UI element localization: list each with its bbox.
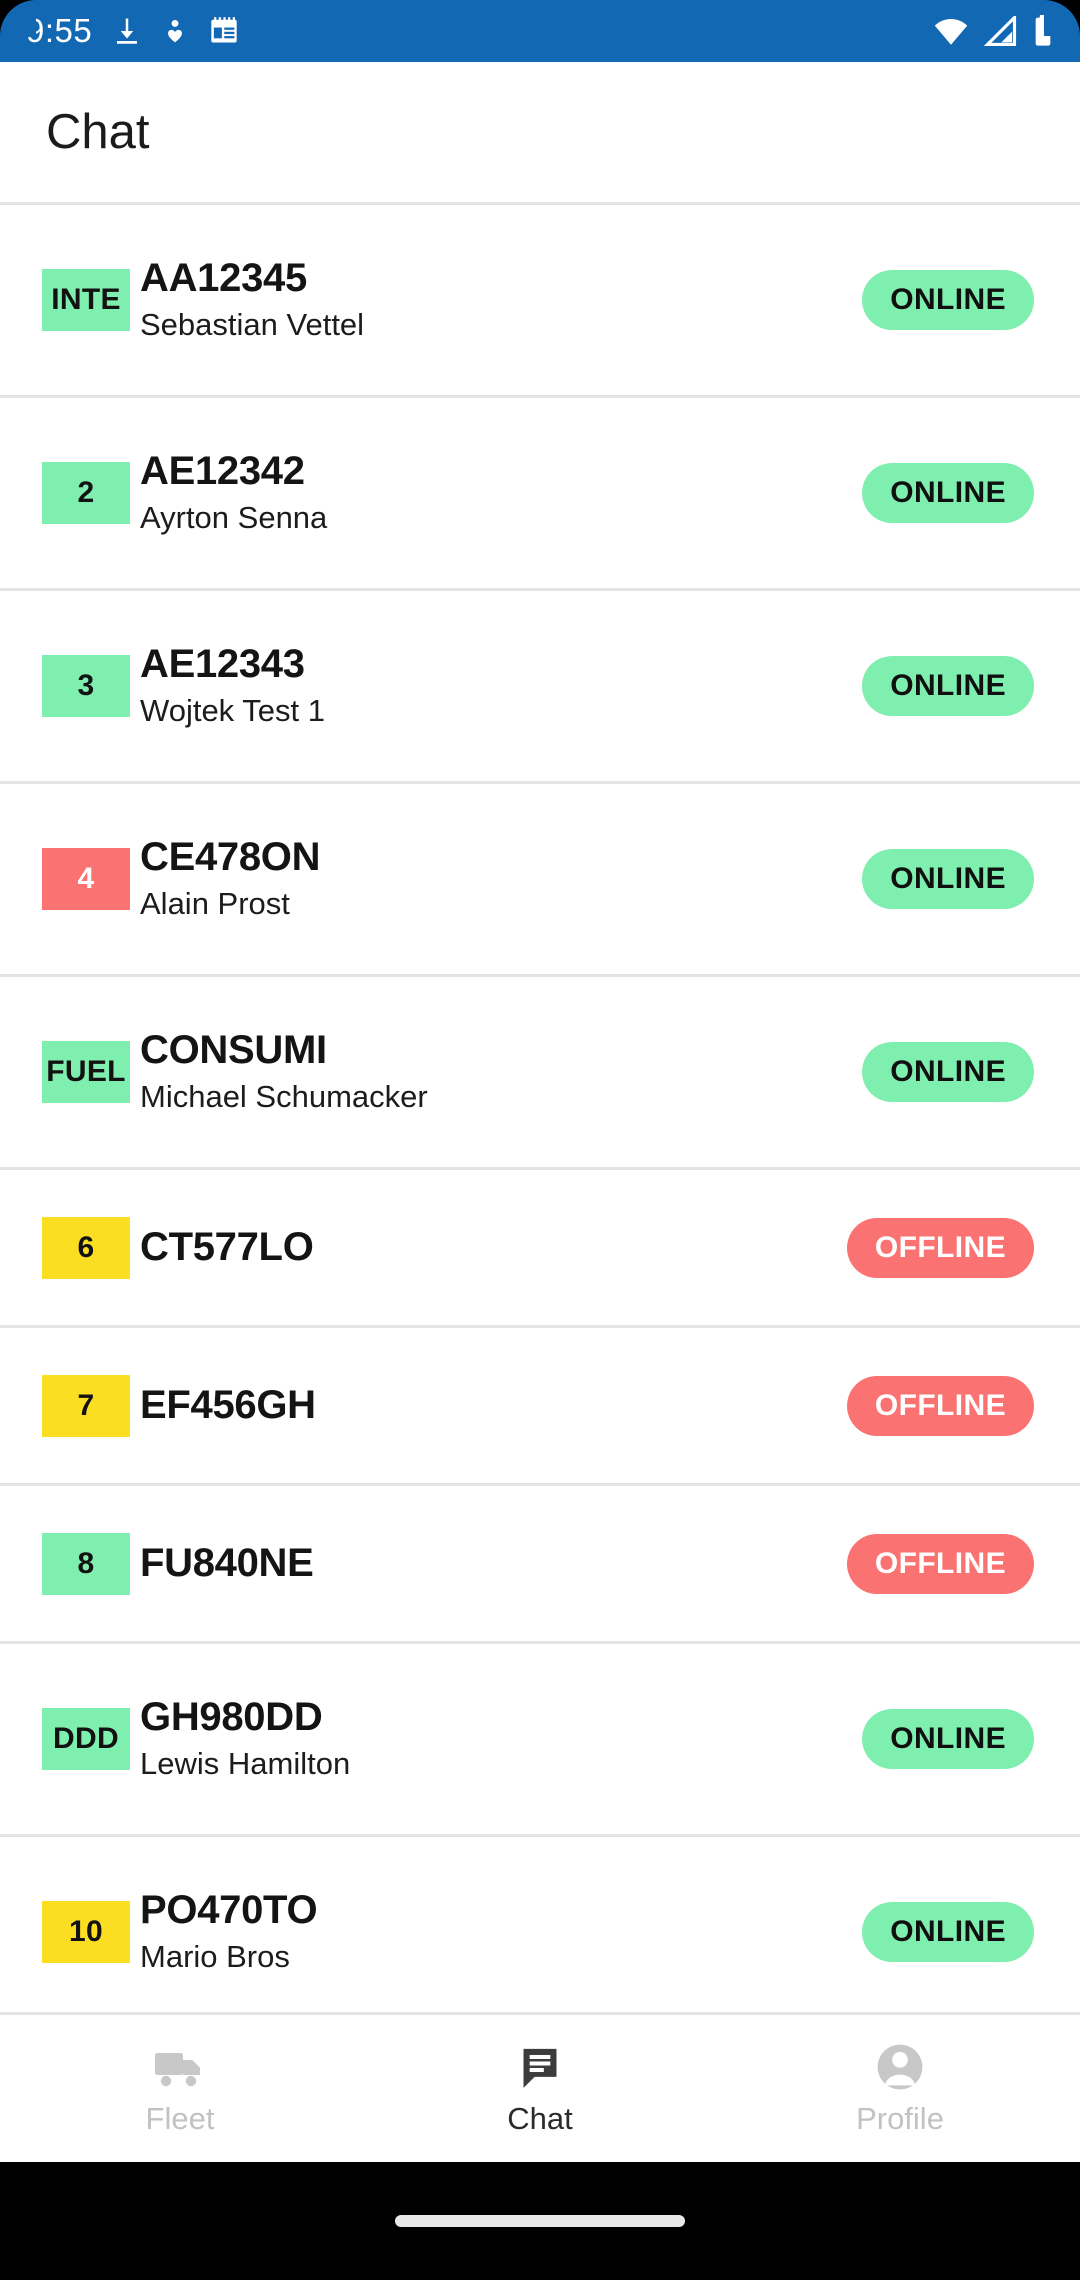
chat-list-item[interactable]: 6 CT577LO OFFLINE — [0, 1170, 1080, 1328]
chat-item-text: FU840NE — [140, 1541, 314, 1586]
status-badge: OFFLINE — [846, 1533, 1034, 1594]
status-badge: ONLINE — [862, 849, 1034, 909]
app-header: Chat — [0, 62, 1080, 202]
vehicle-plate: GH980DD — [140, 1694, 323, 1739]
vehicle-badge: 10 — [42, 1901, 130, 1963]
driver-name: Mario Bros — [140, 1938, 290, 1974]
chat-list[interactable]: INTE AA12345 Sebastian Vettel ONLINE 2 AE1234… — [0, 202, 1080, 2012]
status-badge: ONLINE — [862, 1042, 1034, 1102]
nav-item-profile[interactable]: Profile — [720, 2041, 1080, 2137]
home-indicator[interactable] — [395, 2215, 685, 2227]
page-title: Chat — [46, 105, 150, 159]
driver-name: Alain Prost — [140, 885, 290, 921]
nav-item-fleet[interactable]: Fleet — [0, 2041, 360, 2137]
vehicle-plate: AE12342 — [140, 448, 305, 493]
truck-icon — [154, 2041, 206, 2091]
chat-list-item[interactable]: INTE AA12345 Sebastian Vettel ONLINE — [0, 205, 1080, 398]
vehicle-plate: AE12343 — [140, 641, 305, 686]
chat-item-text: AA12345 Sebastian Vettel — [140, 256, 364, 345]
vehicle-badge: INTE — [42, 269, 130, 331]
chat-list-item[interactable]: DDD GH980DD Lewis Hamilton ONLINE — [0, 1644, 1080, 1837]
vehicle-plate: PO470TO — [140, 1887, 318, 1932]
chat-item-text: GH980DD Lewis Hamilton — [140, 1695, 350, 1784]
vehicle-badge: 8 — [42, 1532, 130, 1595]
driver-name: Lewis Hamilton — [140, 1745, 351, 1781]
chat-item-text: CE478ON Alain Prost — [140, 834, 321, 924]
bottom-navigation[interactable]: Fleet Chat Profile — [0, 2012, 1080, 2162]
vehicle-badge: 6 — [42, 1216, 130, 1279]
driver-name: Ayrton Senna — [140, 499, 328, 535]
vehicle-badge: 2 — [42, 462, 130, 524]
nav-item-label: Chat — [507, 2100, 573, 2136]
vehicle-plate: AA12345 — [140, 255, 307, 300]
status-bar-right — [932, 15, 1054, 47]
vehicle-plate: CONSUMI — [140, 1027, 327, 1072]
driver-name: Wojtek Test 1 — [140, 692, 325, 728]
status-bar-left: 9:55 — [26, 12, 240, 50]
chat-list-item[interactable]: 7 EF456GH OFFLINE — [0, 1328, 1080, 1486]
chat-item-text: CONSUMI Michael Schumacker — [140, 1028, 428, 1117]
vehicle-badge: 4 — [42, 848, 130, 910]
status-badge: OFFLINE — [846, 1217, 1034, 1278]
status-badge: ONLINE — [862, 1709, 1034, 1769]
phone-screen: 9:55 Chat INTE AA12345 Sebastian Vettel … — [0, 0, 1080, 2280]
chat-list-item[interactable]: 2 AE12342 Ayrton Senna ONLINE — [0, 398, 1080, 591]
driver-name: Michael Schumacker — [140, 1078, 428, 1114]
heart-person-icon — [162, 15, 188, 47]
signal-icon — [984, 16, 1018, 46]
chat-list-item[interactable]: 4 CE478ON Alain Prost ONLINE — [0, 784, 1080, 977]
screen-corner-left — [0, 0, 36, 36]
news-icon — [208, 15, 240, 47]
app-content: Chat INTE AA12345 Sebastian Vettel ONLINE 2 A… — [0, 62, 1080, 2162]
vehicle-badge: 7 — [42, 1374, 130, 1437]
status-badge: ONLINE — [862, 463, 1034, 523]
vehicle-plate: FU840NE — [140, 1541, 314, 1586]
status-bar: 9:55 — [0, 0, 1080, 62]
status-badge: ONLINE — [862, 656, 1034, 716]
chat-list-item[interactable]: 8 FU840NE OFFLINE — [0, 1486, 1080, 1644]
gesture-bar-area — [0, 2162, 1080, 2280]
vehicle-badge: 3 — [42, 655, 130, 717]
nav-item-chat[interactable]: Chat — [360, 2041, 720, 2137]
chat-item-text: AE12342 Ayrton Senna — [140, 449, 327, 538]
chat-item-text: EF456GH — [140, 1383, 316, 1428]
status-badge: ONLINE — [862, 1902, 1034, 1962]
chat-item-text: CT577LO — [140, 1225, 314, 1270]
status-badge: OFFLINE — [846, 1375, 1034, 1436]
download-icon — [112, 15, 142, 47]
chat-list-item[interactable]: FUEL CONSUMI Michael Schumacker ONLINE — [0, 977, 1080, 1170]
vehicle-badge: DDD — [42, 1708, 130, 1770]
vehicle-plate: CT577LO — [140, 1225, 314, 1270]
status-badge: ONLINE — [862, 270, 1034, 330]
nav-item-label: Profile — [856, 2100, 944, 2136]
nav-item-label: Fleet — [145, 2100, 215, 2136]
vehicle-badge: FUEL — [42, 1041, 130, 1103]
wifi-icon — [932, 16, 970, 46]
chat-list-item[interactable]: 10 PO470TO Mario Bros ONLINE — [0, 1837, 1080, 2012]
person-icon — [876, 2041, 924, 2091]
vehicle-plate: EF456GH — [140, 1383, 316, 1428]
driver-name: Sebastian Vettel — [140, 306, 365, 342]
chat-list-item[interactable]: 3 AE12343 Wojtek Test 1 ONLINE — [0, 591, 1080, 784]
vehicle-plate: CE478ON — [140, 834, 321, 879]
chat-item-text: AE12343 Wojtek Test 1 — [140, 642, 325, 731]
chat-icon — [516, 2041, 564, 2091]
screen-corner-right — [1044, 0, 1080, 36]
chat-item-text: PO470TO Mario Bros — [140, 1887, 318, 1977]
